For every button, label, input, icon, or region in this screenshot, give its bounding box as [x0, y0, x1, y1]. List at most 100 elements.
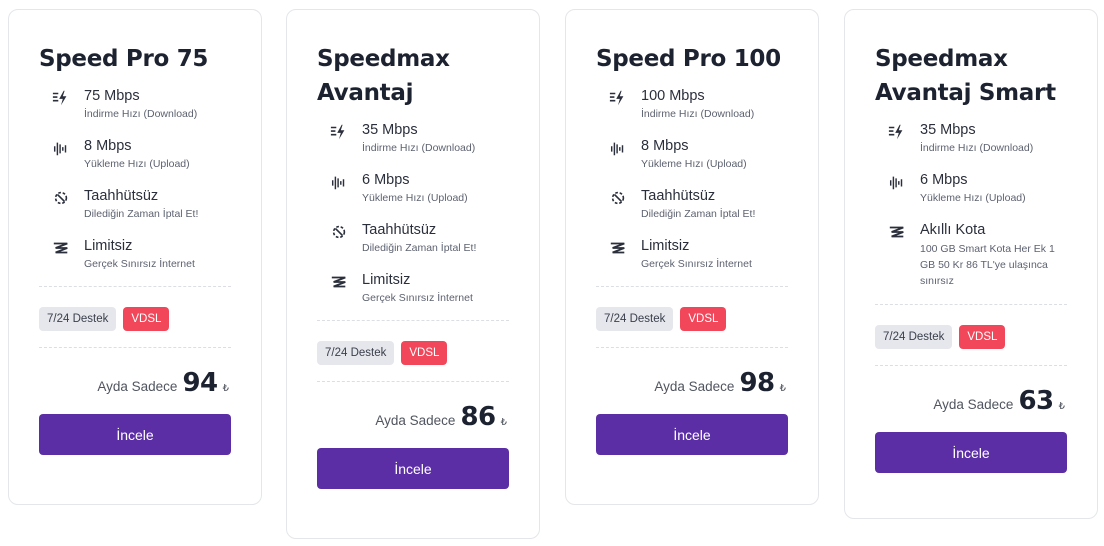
- feature-list: 35 Mbps İndirme Hızı (Download) 6 Mbps Yük…: [317, 120, 509, 305]
- feature-value: Limitsiz: [362, 272, 411, 288]
- support-badge: 7/24 Destek: [317, 341, 395, 365]
- feature-desc: 100 GB Smart Kota Her Ek 1 GB 50 Kr 86 T…: [920, 243, 1055, 287]
- feature-value: Taahhütsüz: [84, 188, 159, 204]
- incele-button[interactable]: İncele: [596, 414, 788, 455]
- currency-symbol: ₺: [779, 383, 786, 394]
- badge-group: 7/24 Destek VDSL: [875, 325, 1067, 349]
- feature-value: 100 Mbps: [641, 88, 705, 104]
- feature-value: Limitsiz: [641, 238, 690, 254]
- feature-value: 6 Mbps: [362, 172, 410, 188]
- feature-download: 35 Mbps İndirme Hızı (Download): [887, 120, 1067, 155]
- price-value: 63: [1018, 386, 1054, 416]
- feature-desc: Yükleme Hızı (Upload): [362, 192, 468, 204]
- feature-desc: Dilediğin Zaman İptal Et!: [362, 242, 477, 254]
- incele-button[interactable]: İncele: [875, 432, 1067, 473]
- plan-title: Speedmax Avantaj: [317, 46, 450, 106]
- currency-symbol: ₺: [500, 417, 507, 428]
- feature-value: 8 Mbps: [84, 138, 132, 154]
- feature-commitment: Taahhütsüz Dilediğin Zaman İptal Et!: [608, 186, 788, 221]
- plan-card: Speed Pro 75 75 Mbps İndirme Hızı (Downlo…: [8, 9, 262, 505]
- feature-quota: Akıllı Kota 100 GB Smart Kota Her Ek 1 GB…: [887, 220, 1067, 289]
- no-commitment-icon: [51, 188, 71, 208]
- feature-upload: 6 Mbps Yükleme Hızı (Upload): [329, 170, 509, 205]
- incele-button[interactable]: İncele: [317, 448, 509, 489]
- upload-speed-icon: [887, 172, 907, 192]
- price-row: Ayda Sadece 63 ₺: [875, 365, 1067, 416]
- feature-upload: 6 Mbps Yükleme Hızı (Upload): [887, 170, 1067, 205]
- price-prefix: Ayda Sadece: [375, 413, 456, 428]
- support-badge: 7/24 Destek: [596, 307, 674, 331]
- upload-speed-icon: [329, 172, 349, 192]
- download-speed-icon: [51, 88, 71, 108]
- feature-upload: 8 Mbps Yükleme Hızı (Upload): [608, 136, 788, 171]
- feature-download: 75 Mbps İndirme Hızı (Download): [51, 86, 231, 121]
- divider: [596, 286, 788, 287]
- no-commitment-icon: [329, 222, 349, 242]
- feature-value: Taahhütsüz: [641, 188, 716, 204]
- no-commitment-icon: [608, 188, 628, 208]
- badge-group: 7/24 Destek VDSL: [596, 307, 788, 331]
- divider: [39, 286, 231, 287]
- support-badge: 7/24 Destek: [875, 325, 953, 349]
- divider: [875, 304, 1067, 305]
- plan-card: Speedmax Avantaj 35 Mbps İndirme Hızı (Do…: [286, 9, 540, 539]
- feature-desc: Dilediğin Zaman İptal Et!: [641, 208, 756, 220]
- plan-card: Speed Pro 100 100 Mbps İndirme Hızı (Down…: [565, 9, 819, 505]
- feature-desc: İndirme Hızı (Download): [920, 142, 1034, 154]
- feature-unlimited: Limitsiz Gerçek Sınırsız İnternet: [51, 236, 231, 271]
- feature-download: 100 Mbps İndirme Hızı (Download): [608, 86, 788, 121]
- feature-commitment: Taahhütsüz Dilediğin Zaman İptal Et!: [329, 220, 509, 255]
- plan-title: Speedmax Avantaj Smart: [875, 46, 1056, 106]
- feature-unlimited: Limitsiz Gerçek Sınırsız İnternet: [329, 270, 509, 305]
- plan-title: Speed Pro 75: [39, 46, 209, 72]
- price-row: Ayda Sadece 98 ₺: [596, 347, 788, 398]
- quota-icon: [887, 222, 907, 242]
- unlimited-icon: [51, 238, 71, 258]
- feature-value: 35 Mbps: [362, 122, 418, 138]
- feature-unlimited: Limitsiz Gerçek Sınırsız İnternet: [608, 236, 788, 271]
- feature-list: 35 Mbps İndirme Hızı (Download) 6 Mbps Yük…: [875, 120, 1067, 289]
- upload-speed-icon: [608, 138, 628, 158]
- download-speed-icon: [608, 88, 628, 108]
- price-prefix: Ayda Sadece: [933, 397, 1014, 412]
- badge-group: 7/24 Destek VDSL: [39, 307, 231, 331]
- feature-desc: Yükleme Hızı (Upload): [641, 158, 747, 170]
- download-speed-icon: [329, 122, 349, 142]
- feature-desc: Gerçek Sınırsız İnternet: [362, 292, 473, 304]
- price-row: Ayda Sadece 94 ₺: [39, 347, 231, 398]
- feature-desc: Yükleme Hızı (Upload): [920, 192, 1026, 204]
- feature-desc: Dilediğin Zaman İptal Et!: [84, 208, 199, 220]
- unlimited-icon: [329, 272, 349, 292]
- divider: [317, 320, 509, 321]
- badge-group: 7/24 Destek VDSL: [317, 341, 509, 365]
- feature-value: Taahhütsüz: [362, 222, 437, 238]
- feature-value: Akıllı Kota: [920, 222, 986, 238]
- currency-symbol: ₺: [1058, 401, 1065, 412]
- feature-desc: Gerçek Sınırsız İnternet: [641, 258, 752, 270]
- feature-download: 35 Mbps İndirme Hızı (Download): [329, 120, 509, 155]
- upload-speed-icon: [51, 138, 71, 158]
- feature-desc: Gerçek Sınırsız İnternet: [84, 258, 195, 270]
- feature-desc: İndirme Hızı (Download): [84, 108, 198, 120]
- feature-list: 75 Mbps İndirme Hızı (Download) 8 Mbps Yük…: [39, 86, 231, 271]
- price-value: 98: [739, 368, 775, 398]
- feature-desc: İndirme Hızı (Download): [362, 142, 476, 154]
- support-badge: 7/24 Destek: [39, 307, 117, 331]
- price-prefix: Ayda Sadece: [654, 379, 735, 394]
- price-row: Ayda Sadece 86 ₺: [317, 381, 509, 432]
- incele-button[interactable]: İncele: [39, 414, 231, 455]
- feature-upload: 8 Mbps Yükleme Hızı (Upload): [51, 136, 231, 171]
- plan-card: Speedmax Avantaj Smart 35 Mbps İndirme Hı…: [844, 9, 1098, 519]
- price-value: 94: [182, 368, 218, 398]
- unlimited-icon: [608, 238, 628, 258]
- vdsl-badge: VDSL: [123, 307, 170, 331]
- feature-list: 100 Mbps İndirme Hızı (Download) 8 Mbps Yü…: [596, 86, 788, 271]
- feature-value: 35 Mbps: [920, 122, 976, 138]
- vdsl-badge: VDSL: [959, 325, 1006, 349]
- feature-desc: Yükleme Hızı (Upload): [84, 158, 190, 170]
- price-value: 86: [460, 402, 496, 432]
- feature-value: Limitsiz: [84, 238, 133, 254]
- plan-title: Speed Pro 100: [596, 46, 781, 72]
- feature-desc: İndirme Hızı (Download): [641, 108, 755, 120]
- feature-value: 6 Mbps: [920, 172, 968, 188]
